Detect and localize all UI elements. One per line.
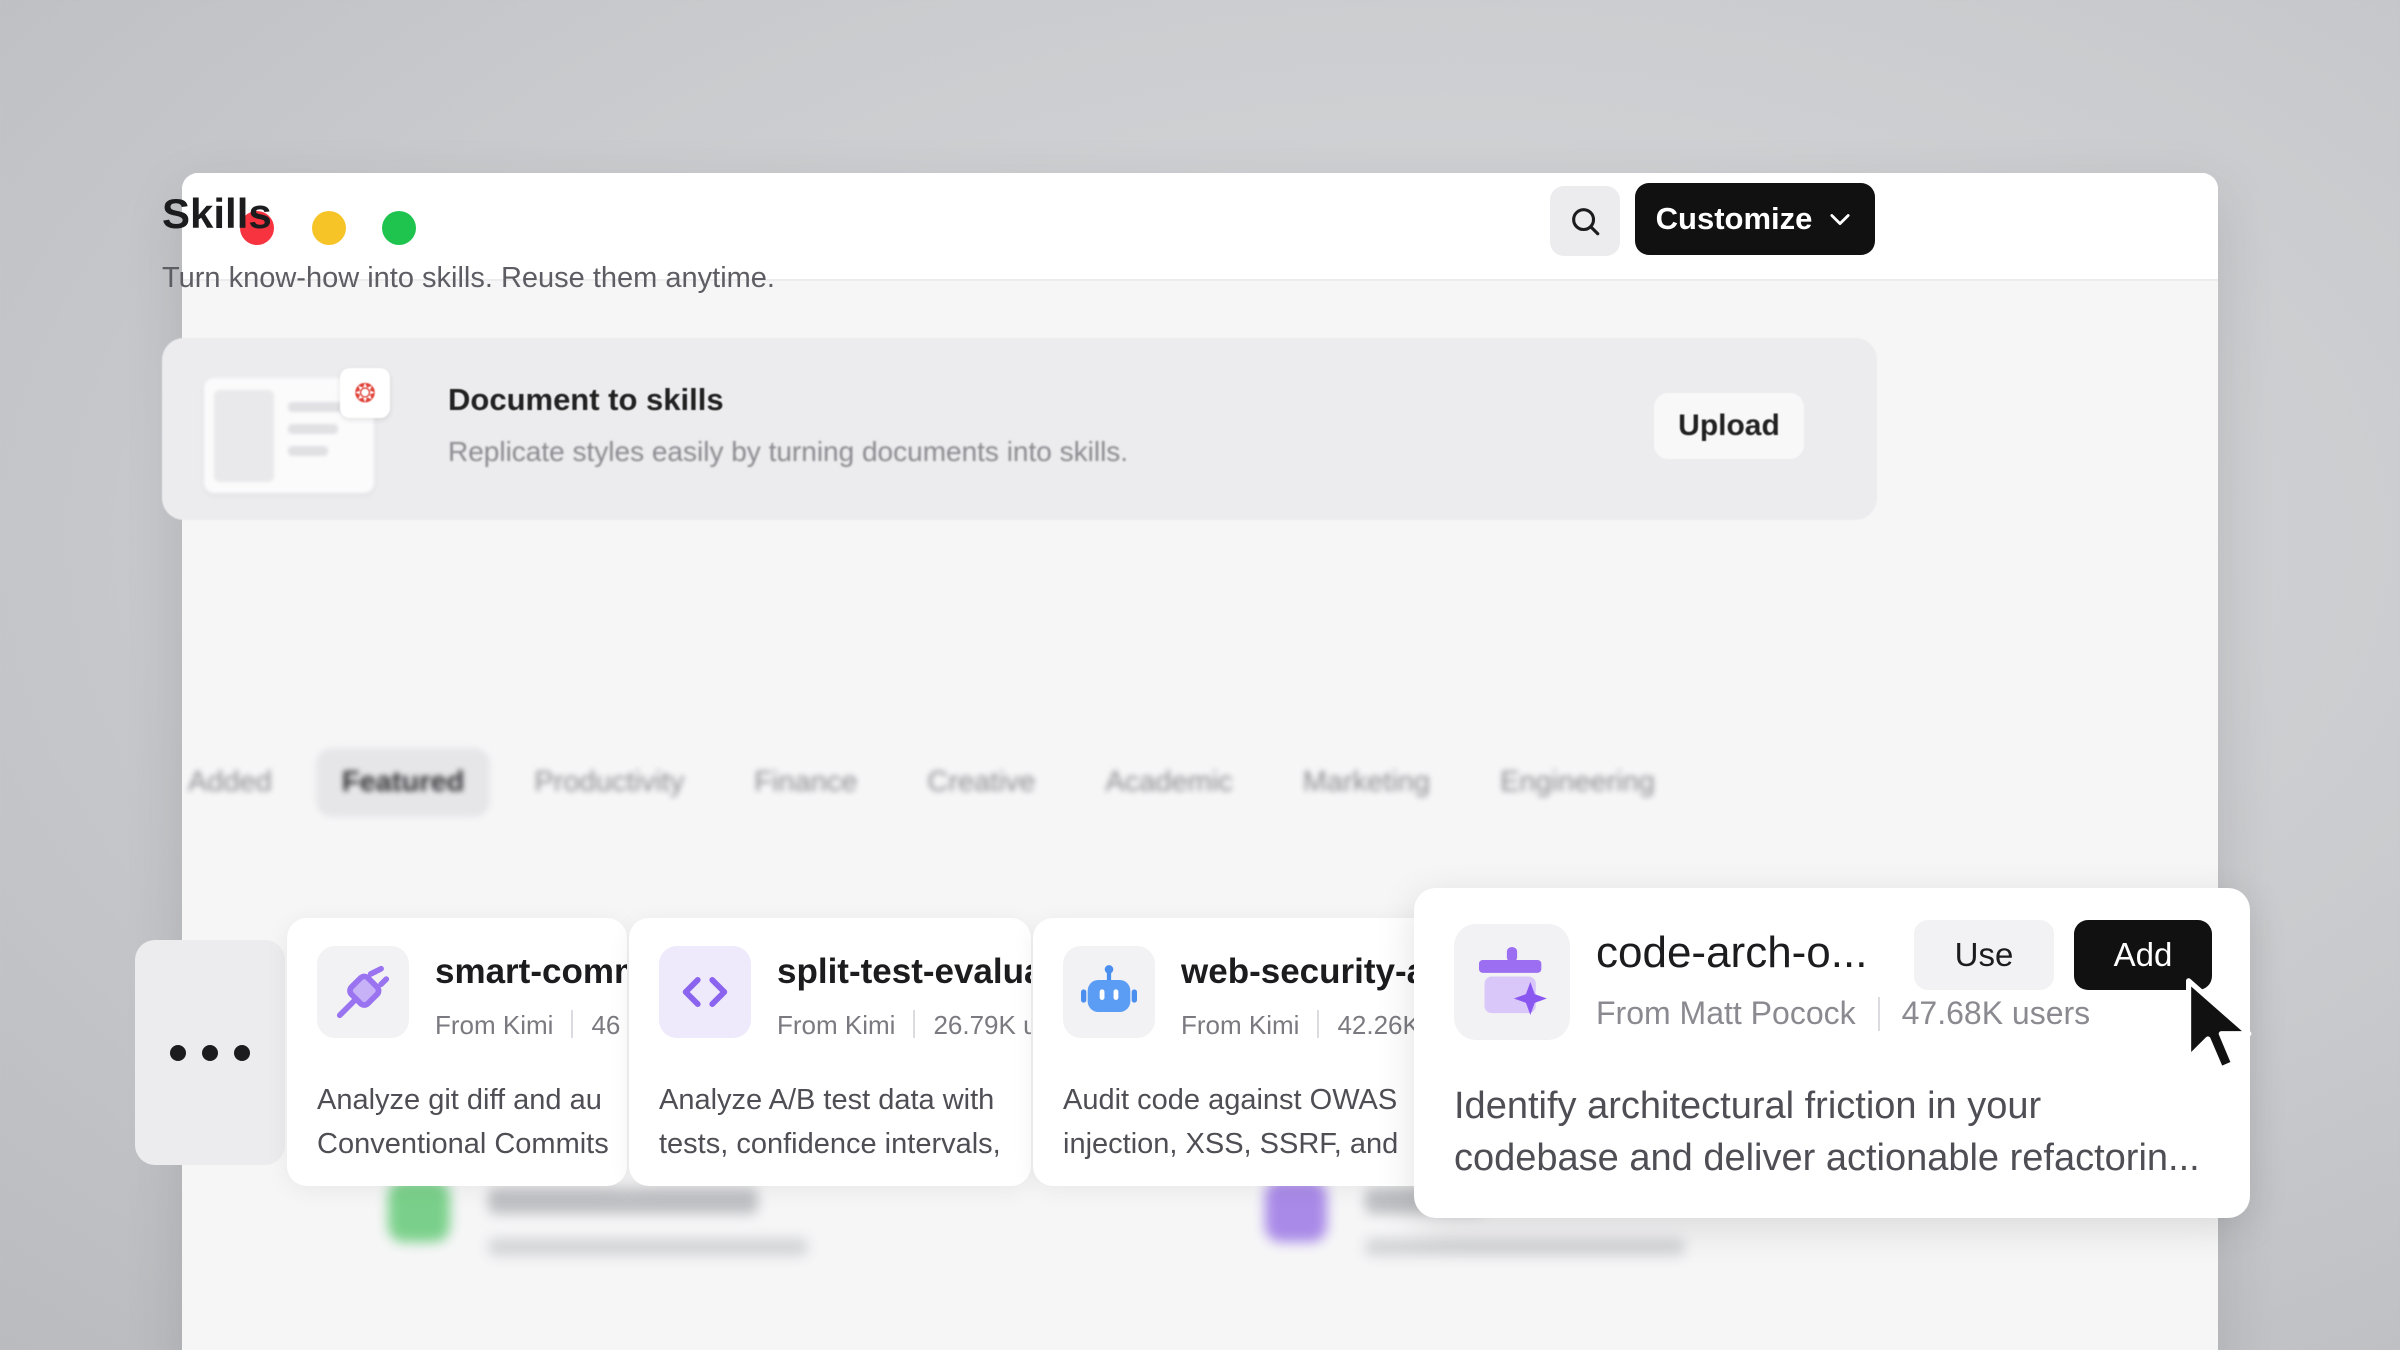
chevron-down-icon — [1830, 214, 1850, 226]
code-icon — [659, 946, 751, 1038]
featured-skill-description: Identify architectural friction in your c… — [1454, 1085, 2200, 1179]
more-skills-button[interactable] — [135, 940, 285, 1165]
more-dots-icon — [170, 1044, 186, 1061]
skill-card[interactable]: web-security-a From Kimi 42.26K Audit co… — [1033, 918, 1453, 1186]
tab-marketing[interactable]: Marketing — [1277, 748, 1456, 817]
skill-users: 26.79K u — [933, 1010, 1031, 1040]
featured-skill-name: code-arch-o... — [1596, 928, 1868, 977]
robot-icon — [1063, 946, 1155, 1038]
skill-card[interactable]: smart-comm From Kimi 46 Analyze git diff… — [287, 918, 627, 1186]
blurred-skill-row — [388, 1180, 888, 1300]
plug-icon — [317, 946, 409, 1038]
banner-subtitle: Replicate styles easily by turning docum… — [448, 436, 1129, 467]
customize-button[interactable]: Customize — [1635, 183, 1875, 255]
search-icon — [1572, 208, 1600, 236]
skill-description: Audit code against OWAS injection, XSS, S… — [1063, 1084, 1399, 1160]
tab-featured[interactable]: Featured — [315, 747, 491, 817]
skill-meta: From Kimi 26.79K u — [777, 1010, 1031, 1041]
mouse-pointer-icon — [2186, 978, 2252, 1072]
puzzle-sparkle-icon — [1454, 924, 1570, 1040]
minimize-window-button[interactable] — [312, 211, 346, 245]
skill-name: web-security-a — [1181, 952, 1427, 991]
skill-users: 42.26K — [1337, 1010, 1420, 1040]
upload-button[interactable]: Upload — [1654, 393, 1804, 459]
tab-added[interactable]: Added — [162, 748, 298, 817]
skill-card[interactable]: split-test-evalua From Kimi 26.79K u Ana… — [629, 918, 1031, 1186]
use-button[interactable]: Use — [1914, 920, 2054, 990]
skill-source: From Kimi — [777, 1010, 896, 1040]
skill-description: Analyze git diff and au Conventional Comm… — [317, 1084, 609, 1160]
maximize-window-button[interactable] — [382, 211, 416, 245]
skill-description: Analyze A/B test data with tests, confide… — [659, 1084, 1001, 1160]
skill-users: 46 — [591, 1010, 621, 1040]
skill-name: split-test-evalua — [777, 952, 1031, 991]
tab-creative[interactable]: Creative — [901, 748, 1061, 817]
page-title: Skills — [162, 190, 272, 237]
tab-productivity[interactable]: Productivity — [508, 748, 710, 817]
pdf-icon: ❂ — [340, 368, 390, 418]
tab-finance[interactable]: Finance — [728, 748, 883, 817]
skill-name: smart-comm — [435, 952, 627, 991]
featured-skill-users: 47.68K users — [1901, 995, 2091, 1031]
page-subtitle: Turn know-how into skills. Reuse them an… — [162, 262, 775, 294]
customize-label: Customize — [1655, 201, 1813, 236]
banner-title: Document to skills — [448, 382, 724, 417]
skill-source: From Kimi — [1181, 1010, 1300, 1040]
search-button[interactable] — [1550, 186, 1620, 256]
category-tabs: Added Featured Productivity Finance Crea… — [162, 742, 1699, 822]
skill-meta: From Kimi 42.26K — [1181, 1010, 1420, 1041]
document-to-skills-banner: ❂ Document to skills Replicate styles ea… — [162, 338, 1877, 520]
skill-source: From Kimi — [435, 1010, 554, 1040]
tab-academic[interactable]: Academic — [1079, 748, 1258, 817]
featured-skill-meta: From Matt Pocock 47.68K users — [1596, 995, 2090, 1032]
featured-skill-card[interactable]: code-arch-o... From Matt Pocock 47.68K u… — [1414, 888, 2250, 1218]
tab-engineering[interactable]: Engineering — [1474, 748, 1681, 817]
featured-skill-source: From Matt Pocock — [1596, 995, 1856, 1031]
skill-meta: From Kimi 46 — [435, 1010, 620, 1041]
